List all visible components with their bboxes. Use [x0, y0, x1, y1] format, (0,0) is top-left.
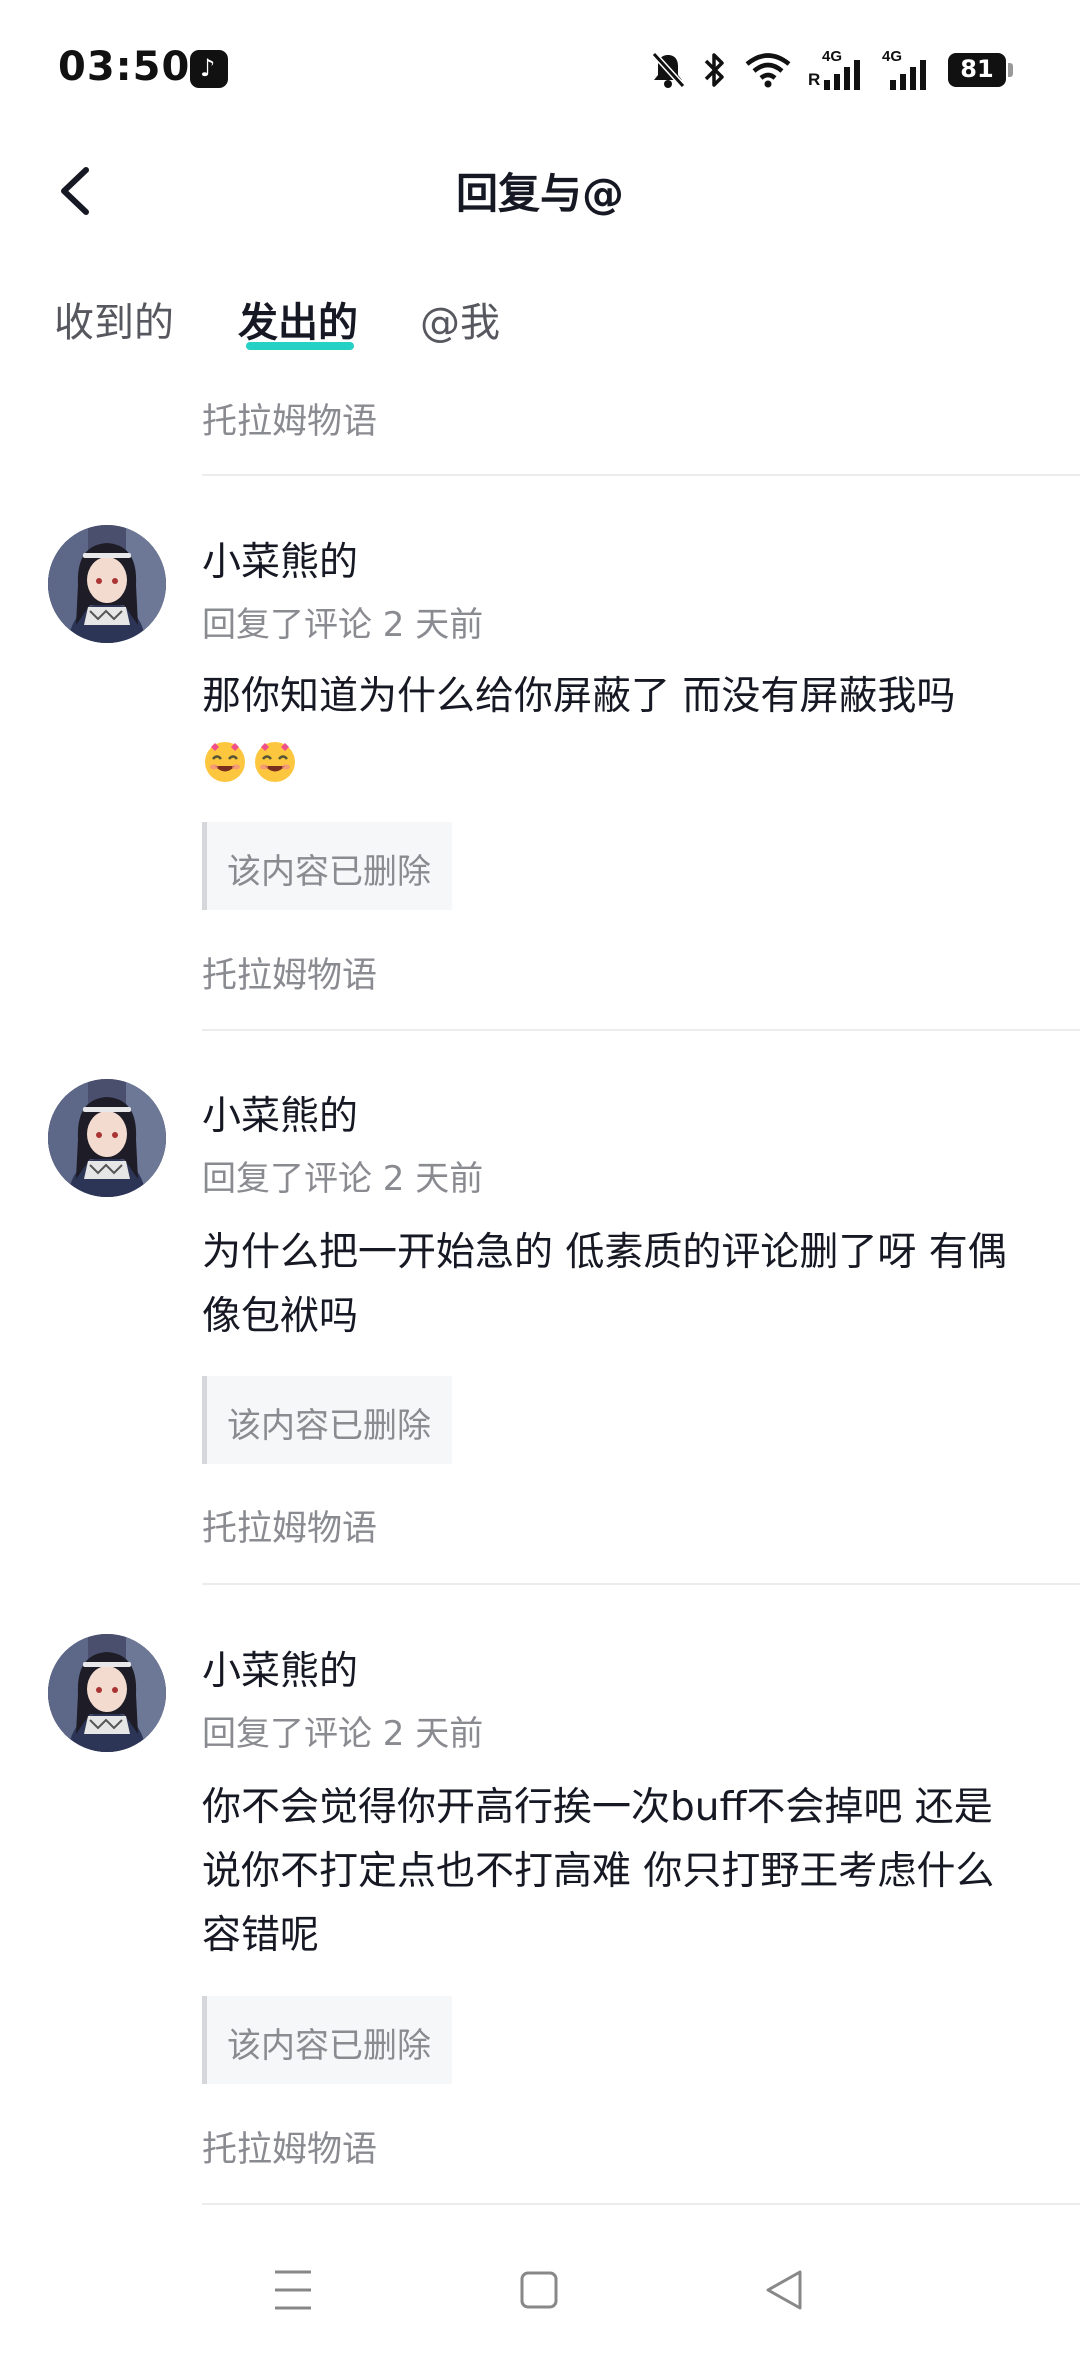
avatar[interactable]	[48, 525, 166, 643]
reply-text: 那你知道为什么给你屏蔽了 而没有屏蔽我吗	[202, 665, 1022, 783]
quoted-text: 该内容已删除	[227, 1406, 431, 1446]
item-source[interactable]: 托拉姆物语	[202, 2121, 377, 2172]
home-icon[interactable]	[499, 2250, 579, 2330]
status-bar: 03:50 ♪ 4G R 4G 81	[0, 0, 1080, 120]
battery-icon: 81	[948, 53, 1014, 87]
avatar[interactable]	[48, 1634, 166, 1752]
quoted-text: 该内容已删除	[227, 852, 431, 892]
item-author[interactable]: 小菜熊的	[202, 531, 358, 587]
list-item[interactable]: 小菜熊的 回复了评论 2 天前 为什么把一开始急的 低素质的评论删了呀 有偶像包…	[0, 1079, 1080, 1579]
emoji-row	[202, 737, 1022, 783]
page-title: 回复与@	[455, 169, 624, 218]
item-meta: 回复了评论 2 天前	[202, 1159, 484, 1199]
tab-mentions[interactable]: @我	[420, 290, 500, 348]
quoted-comment[interactable]: 该内容已删除	[202, 1996, 452, 2084]
roaming-label: R	[808, 70, 821, 89]
reply-text: 你不会觉得你开高行挨一次buff不会掉吧 还是说你不打定点也不打高难 你只打野王…	[202, 1785, 995, 1958]
divider	[202, 474, 1080, 476]
menu-icon[interactable]	[253, 2250, 333, 2330]
divider	[202, 2203, 1080, 2205]
avatar[interactable]	[48, 1079, 166, 1197]
divider	[202, 1583, 1080, 1585]
list-item[interactable]: 小菜熊的 回复了评论 2 天前 那你知道为什么给你屏蔽了 而没有屏蔽我吗 该内容…	[0, 525, 1080, 1025]
signal-icon: 4G	[880, 48, 930, 90]
quoted-comment[interactable]: 该内容已删除	[202, 1376, 452, 1464]
tab-received[interactable]: 收到的	[54, 290, 174, 348]
item-source[interactable]: 托拉姆物语	[202, 393, 377, 444]
signal-icon: 4G R	[808, 48, 864, 90]
item-source[interactable]: 托拉姆物语	[202, 947, 377, 998]
battery-level: 81	[960, 55, 994, 83]
heart-eyes-emoji	[205, 742, 245, 782]
system-nav-bar	[0, 2250, 1080, 2377]
tab-bar: 收到的 发出的 @我	[0, 290, 1080, 360]
tiktok-icon: ♪	[190, 50, 228, 88]
wifi-icon	[745, 53, 791, 88]
quoted-comment[interactable]: 该内容已删除	[202, 822, 452, 910]
bell-muted-icon	[651, 51, 686, 89]
list-item[interactable]: 小菜熊的 回复了评论 2 天前 你不会觉得你开高行挨一次buff不会掉吧 还是说…	[0, 1634, 1080, 2214]
back-icon[interactable]	[744, 2250, 824, 2330]
divider	[202, 1029, 1080, 1031]
item-meta: 回复了评论 2 天前	[202, 605, 484, 645]
quoted-text: 该内容已删除	[227, 2026, 431, 2066]
reply-text: 为什么把一开始急的 低素质的评论删了呀 有偶像包袱吗	[202, 1230, 1007, 1339]
item-source[interactable]: 托拉姆物语	[202, 1500, 377, 1551]
item-author[interactable]: 小菜熊的	[202, 1085, 358, 1141]
status-icons: 4G R 4G 81	[634, 48, 1014, 92]
tab-sent[interactable]: 发出的	[238, 290, 358, 348]
status-time: 03:50	[58, 44, 191, 90]
item-meta: 回复了评论 2 天前	[202, 1714, 484, 1754]
active-tab-indicator	[246, 342, 354, 350]
heart-eyes-emoji	[255, 742, 295, 782]
item-author[interactable]: 小菜熊的	[202, 1640, 358, 1696]
bluetooth-icon	[704, 53, 724, 87]
